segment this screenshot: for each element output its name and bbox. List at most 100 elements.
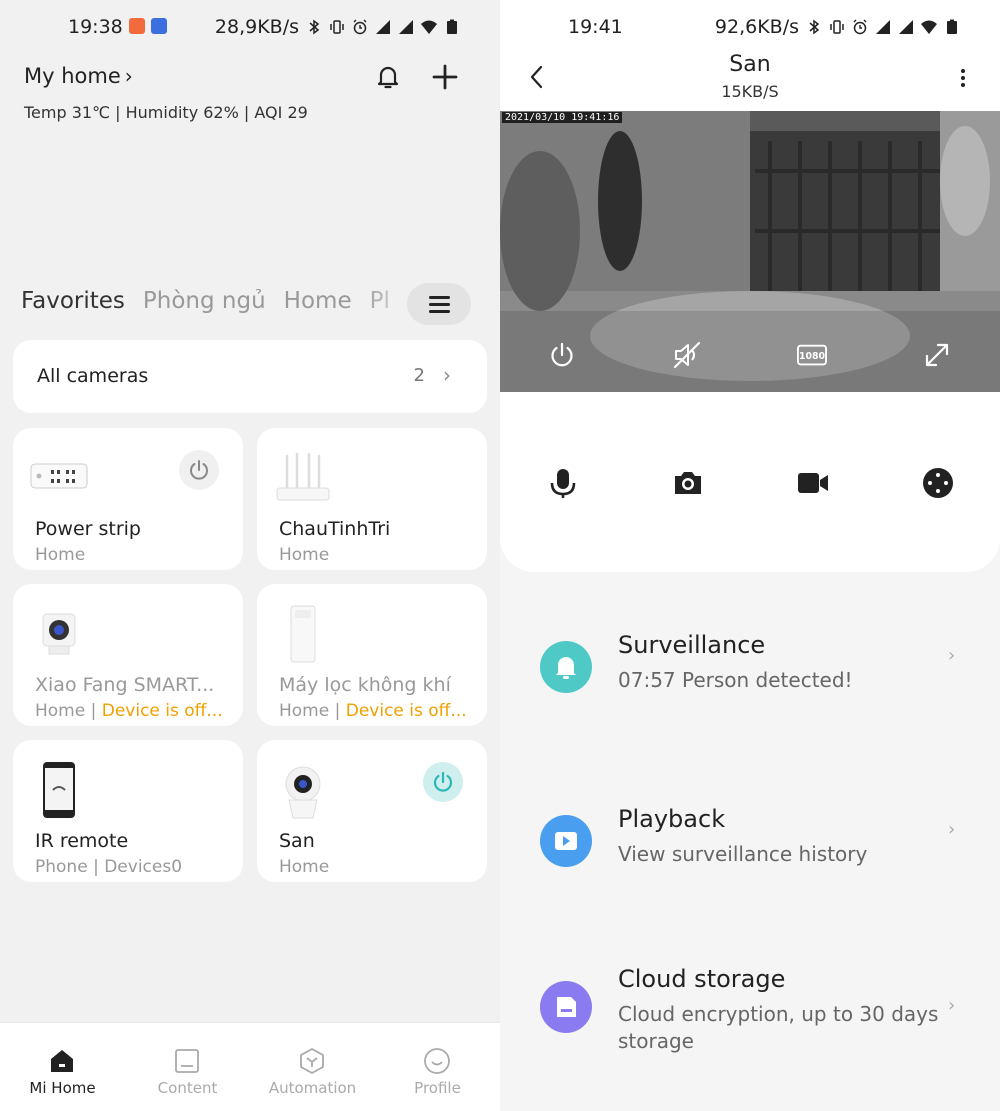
battery-icon — [444, 19, 460, 35]
device-room-status: Home | Device is off... — [35, 701, 223, 721]
device-card-san[interactable]: San Home — [257, 740, 487, 882]
device-name: Máy lọc không khí — [279, 674, 451, 696]
device-title: San — [729, 52, 771, 77]
device-name: IR remote — [35, 830, 129, 852]
nav-mi-home[interactable]: Mi Home — [0, 1023, 125, 1111]
camera-icon — [675, 472, 701, 494]
status-bar: 19:38 28,9KB/s — [0, 14, 500, 42]
signal-icon — [375, 19, 391, 35]
talk-button[interactable] — [546, 466, 580, 500]
chevron-right-icon: › — [124, 64, 133, 88]
row-title: Surveillance — [618, 631, 766, 659]
device-room-status: Phone | Devices0 — [35, 857, 183, 877]
resolution-icon: 1080 — [797, 344, 827, 366]
device-name: San — [279, 830, 315, 852]
nav-label: Mi Home — [29, 1079, 96, 1097]
surveillance-row[interactable]: Surveillance 07:57 Person detected! › — [500, 631, 1000, 721]
bell-icon — [540, 641, 592, 693]
chevron-right-icon: › — [948, 645, 956, 666]
mi-home-screen: 19:38 28,9KB/s My home › Temp 31℃ | Humid… — [0, 0, 500, 1111]
row-description: Cloud encryption, up to 30 days storage — [618, 1002, 939, 1053]
camera-screen: 19:41 92,6KB/s San 15KB/S 2021/03/10 19:… — [500, 0, 1000, 1111]
automation-icon — [298, 1047, 326, 1075]
nav-automation[interactable]: Automation — [250, 1023, 375, 1111]
device-name: ChauTinhTri — [279, 518, 391, 540]
cloud-storage-row[interactable]: Cloud storage Cloud encryption, up to 30… — [500, 965, 1000, 1075]
row-title: Playback — [618, 805, 726, 833]
record-button[interactable] — [796, 466, 830, 500]
cloud-storage-icon — [540, 981, 592, 1033]
device-room: Home — [279, 545, 330, 565]
all-cameras-label: All cameras — [37, 365, 149, 387]
battery-icon — [944, 19, 960, 35]
playback-row[interactable]: Playback View surveillance history › — [500, 805, 1000, 895]
app-notification-icon — [129, 18, 145, 34]
all-cameras-card[interactable]: All cameras 2 › — [13, 340, 487, 413]
home-selector[interactable]: My home › — [24, 64, 133, 88]
video-timestamp: 2021/03/10 19:41:16 — [502, 112, 623, 123]
more-options-icon[interactable] — [952, 64, 974, 92]
device-card-ir-remote[interactable]: IR remote Phone | Devices0 — [13, 740, 243, 882]
camera-power-button[interactable] — [547, 340, 577, 370]
row-title: Cloud storage — [618, 965, 786, 993]
device-room: Home — [279, 857, 330, 877]
row-description: 07:57 Person detected! — [618, 668, 853, 692]
device-name: Power strip — [35, 518, 141, 540]
camera-live-view[interactable]: 2021/03/10 19:41:16 1080 — [500, 111, 1000, 392]
svg-text:1080: 1080 — [799, 351, 826, 362]
room-tabs: FavoritesPhòng ngủHomePl — [21, 288, 411, 324]
add-device-button[interactable] — [430, 62, 460, 92]
tab-menu-button[interactable] — [407, 283, 471, 325]
device-off-status: Device is off... — [101, 701, 223, 721]
quality-button[interactable]: 1080 — [797, 340, 829, 370]
microphone-icon — [550, 469, 576, 498]
router-icon — [273, 448, 333, 508]
device-card-air-purifier[interactable]: Máy lọc không khí Home | Device is off..… — [257, 584, 487, 726]
bell-icon[interactable] — [374, 63, 402, 91]
playback-icon — [540, 815, 592, 867]
tab-favorites[interactable]: Favorites — [21, 288, 125, 314]
alarm-icon — [352, 19, 368, 35]
speaker-muted-icon — [673, 341, 701, 369]
device-card-xiao-fang[interactable]: Xiao Fang SMART... Home | Device is off.… — [13, 584, 243, 726]
power-icon — [551, 342, 573, 367]
power-toggle[interactable] — [423, 762, 463, 802]
chevron-right-icon: › — [443, 363, 451, 387]
home-icon — [48, 1047, 76, 1075]
status-bar: 19:41 92,6KB/s — [500, 14, 1000, 42]
nav-content[interactable]: Content — [125, 1023, 250, 1111]
nav-profile[interactable]: Profile — [375, 1023, 500, 1111]
chevron-right-icon: › — [948, 995, 956, 1016]
bitrate: 15KB/S — [721, 82, 779, 101]
air-purifier-icon — [273, 604, 333, 664]
mute-button[interactable] — [672, 340, 702, 370]
environment-info: Temp 31℃ | Humidity 62% | AQI 29 — [24, 103, 308, 122]
snapshot-button[interactable] — [671, 466, 705, 500]
camera-controls — [500, 392, 1000, 572]
device-room: Home — [35, 545, 86, 565]
device-card-power-strip[interactable]: Power strip Home — [13, 428, 243, 570]
profile-icon — [423, 1047, 451, 1075]
device-card-router[interactable]: ChauTinhTri Home — [257, 428, 487, 570]
signal-icon-2 — [898, 19, 914, 35]
row-description: View surveillance history — [618, 842, 868, 866]
wifi-icon — [421, 19, 437, 35]
status-time: 19:41 — [568, 16, 623, 38]
signal-icon-2 — [398, 19, 414, 35]
bluetooth-icon — [806, 19, 822, 35]
bottom-navigation: Mi Home Content Automation Profile — [0, 1022, 500, 1111]
device-off-status: Device is off... — [345, 701, 467, 721]
power-icon — [433, 771, 453, 792]
power-toggle[interactable] — [179, 450, 219, 490]
tab-bedroom[interactable]: Phòng ngủ — [143, 288, 266, 314]
device-room-status: Home | Device is off... — [279, 701, 467, 721]
camera-count: 2 — [413, 365, 425, 386]
chevron-right-icon: › — [948, 819, 956, 840]
fullscreen-button[interactable] — [922, 340, 952, 370]
vibrate-icon — [329, 19, 345, 35]
vibrate-icon — [829, 19, 845, 35]
network-speed: 28,9KB/s — [214, 16, 299, 38]
pan-tilt-button[interactable] — [921, 466, 955, 500]
wifi-icon — [921, 19, 937, 35]
tab-home[interactable]: Home — [284, 288, 352, 314]
